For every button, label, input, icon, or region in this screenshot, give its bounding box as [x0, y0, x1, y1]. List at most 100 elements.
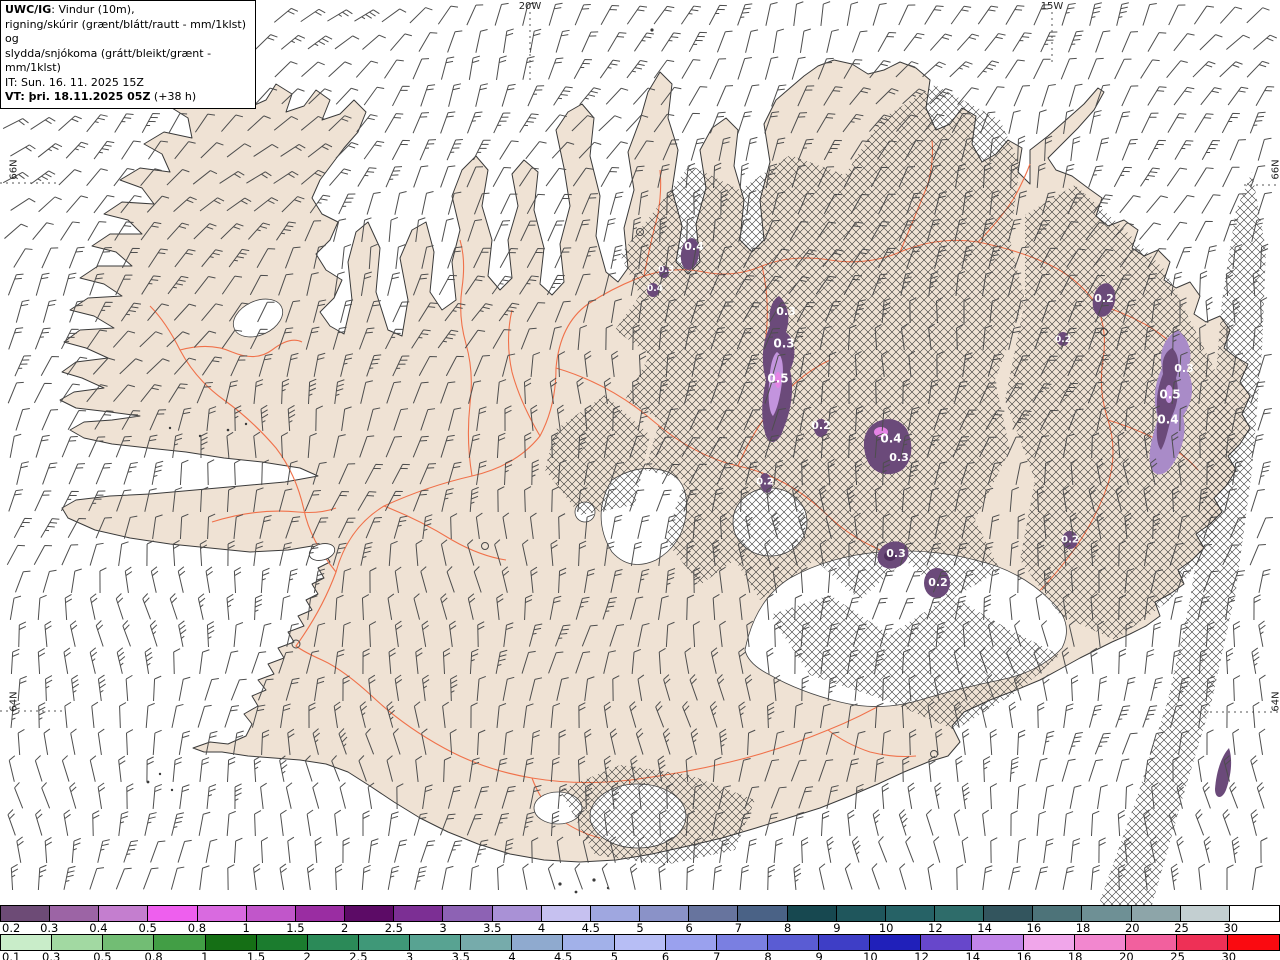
- wind-barb-icon: [1089, 2, 1102, 26]
- wind-barb-icon: [10, 197, 36, 211]
- wind-barb-icon: [953, 809, 961, 836]
- wind-barb-icon: [1170, 863, 1179, 890]
- wind-barb-icon: [1166, 60, 1188, 79]
- wind-barb-icon: [279, 755, 288, 782]
- wind-barb-icon: [746, 838, 757, 863]
- wind-barb-icon: [34, 755, 43, 782]
- colorbar-segment: [836, 906, 886, 921]
- wind-barb-icon: [388, 811, 399, 836]
- wind-barb-icon: [1036, 109, 1047, 134]
- wind-barb-icon: [496, 864, 505, 891]
- wind-barb-icon: [475, 29, 488, 53]
- wind-barb-icon: [342, 837, 350, 864]
- title-line-4: IT: Sun. 16. 11. 2025 15Z: [5, 75, 144, 89]
- wind-barb-icon: [844, 863, 853, 890]
- colorbar-segment: [394, 906, 444, 921]
- wind-barb-icon: [820, 1, 831, 26]
- wind-barb-icon: [1017, 729, 1026, 756]
- wind-barb-icon: [447, 30, 463, 53]
- wind-barb-icon: [1257, 192, 1272, 215]
- wind-barb-icon: [446, 139, 463, 161]
- wind-barb-icon: [581, 31, 599, 53]
- precip-cell: [1215, 748, 1232, 798]
- wind-barb-icon: [1258, 728, 1266, 755]
- wind-barb-icon: [115, 867, 132, 890]
- wind-barb-icon: [905, 836, 915, 863]
- wind-barb-icon: [1222, 166, 1240, 188]
- colorbar-segment: [410, 935, 462, 950]
- wind-barb-icon: [125, 729, 134, 756]
- weather-map: 0.4 0.3 0.4 0.3 0.3 0.5 0.2 0.4 0.3 0.2 0.3 0.2 0.2 0…: [0, 0, 1280, 960]
- colorbar-segment: [1082, 906, 1132, 921]
- colorbar-tick-label: 0.3: [42, 950, 61, 960]
- wind-barb-icon: [686, 864, 695, 891]
- wind-barb-icon: [150, 566, 159, 593]
- wind-barb-icon: [626, 59, 648, 79]
- colorbar-tick-label: 2: [303, 950, 311, 960]
- wind-barb-icon: [1061, 2, 1076, 26]
- colorbar-tick-label: 3: [405, 950, 414, 960]
- wind-barb-icon: [688, 86, 708, 106]
- wind-barb-icon: [1204, 245, 1217, 269]
- wind-barb-icon: [574, 3, 591, 26]
- wind-barb-icon: [414, 866, 427, 890]
- wind-barb-icon: [871, 863, 880, 890]
- wind-barb-icon: [522, 56, 535, 80]
- wind-barb-icon: [553, 86, 573, 106]
- wind-barb-icon: [440, 111, 456, 134]
- wind-barb-icon: [1227, 86, 1249, 106]
- wind-barb-icon: [1251, 647, 1260, 674]
- colorbar-segment: [358, 935, 410, 950]
- wind-barb-icon: [70, 728, 77, 755]
- wind-barb-icon: [493, 112, 511, 134]
- wind-barb-icon: [44, 620, 52, 648]
- wind-barb-icon: [601, 863, 610, 890]
- wind-barb-icon: [1118, 648, 1127, 675]
- wind-barb-icon: [820, 810, 830, 837]
- parallel-label: 66N: [8, 159, 20, 180]
- wind-barb-icon: [961, 728, 970, 755]
- wind-barb-icon: [97, 839, 110, 863]
- wind-barb-icon: [1229, 782, 1239, 809]
- wind-barb-icon: [274, 61, 298, 78]
- wind-barb-icon: [279, 863, 287, 890]
- wind-barb-icon: [547, 863, 556, 890]
- wind-barb-icon: [1166, 221, 1188, 241]
- wind-barb-icon: [983, 756, 991, 783]
- wind-barb-icon: [607, 32, 627, 52]
- wind-barb-icon: [799, 28, 811, 53]
- wind-barb-icon: [1258, 461, 1271, 485]
- wind-barb-icon: [872, 809, 881, 836]
- colorbar-tick-label: 16: [1026, 921, 1042, 935]
- wind-barb-icon: [447, 840, 463, 863]
- colorbar-tick-label: 1.5: [246, 950, 266, 960]
- wind-barb-icon: [1233, 675, 1241, 702]
- wind-barb-icon: [1147, 32, 1167, 52]
- wind-barb-icon: [150, 840, 166, 863]
- wind-barb-icon: [37, 143, 63, 158]
- wind-barb-icon: [421, 190, 434, 215]
- wind-barb-icon: [1061, 758, 1076, 782]
- wind-barb-icon: [977, 5, 999, 25]
- colorbar-segment: [103, 935, 155, 950]
- colorbar-segment: [205, 935, 257, 950]
- colorbar-tick-label: 2.5: [349, 950, 368, 960]
- wind-barb-icon: [1094, 732, 1111, 755]
- colorbar-segment: [885, 906, 935, 921]
- wind-barb-icon: [1096, 137, 1110, 161]
- wind-barb-icon: [14, 782, 24, 809]
- wind-barb-icon: [30, 170, 56, 185]
- wind-barb-icon: [1069, 784, 1082, 809]
- wind-barb-icon: [71, 674, 80, 701]
- wind-barb-icon: [226, 756, 236, 783]
- wind-barb-icon: [307, 35, 333, 50]
- wind-barb-icon: [65, 141, 89, 159]
- colorbar-tick-label: 30: [1223, 921, 1239, 935]
- wind-barb-icon: [1140, 167, 1160, 187]
- wind-barb-icon: [737, 111, 752, 134]
- wind-barb-icon: [260, 837, 268, 864]
- wind-barb-icon: [33, 382, 52, 404]
- colorbar-tick-label: 10: [863, 950, 878, 960]
- wind-barb-icon: [1198, 863, 1206, 890]
- wind-barb-icon: [394, 191, 407, 215]
